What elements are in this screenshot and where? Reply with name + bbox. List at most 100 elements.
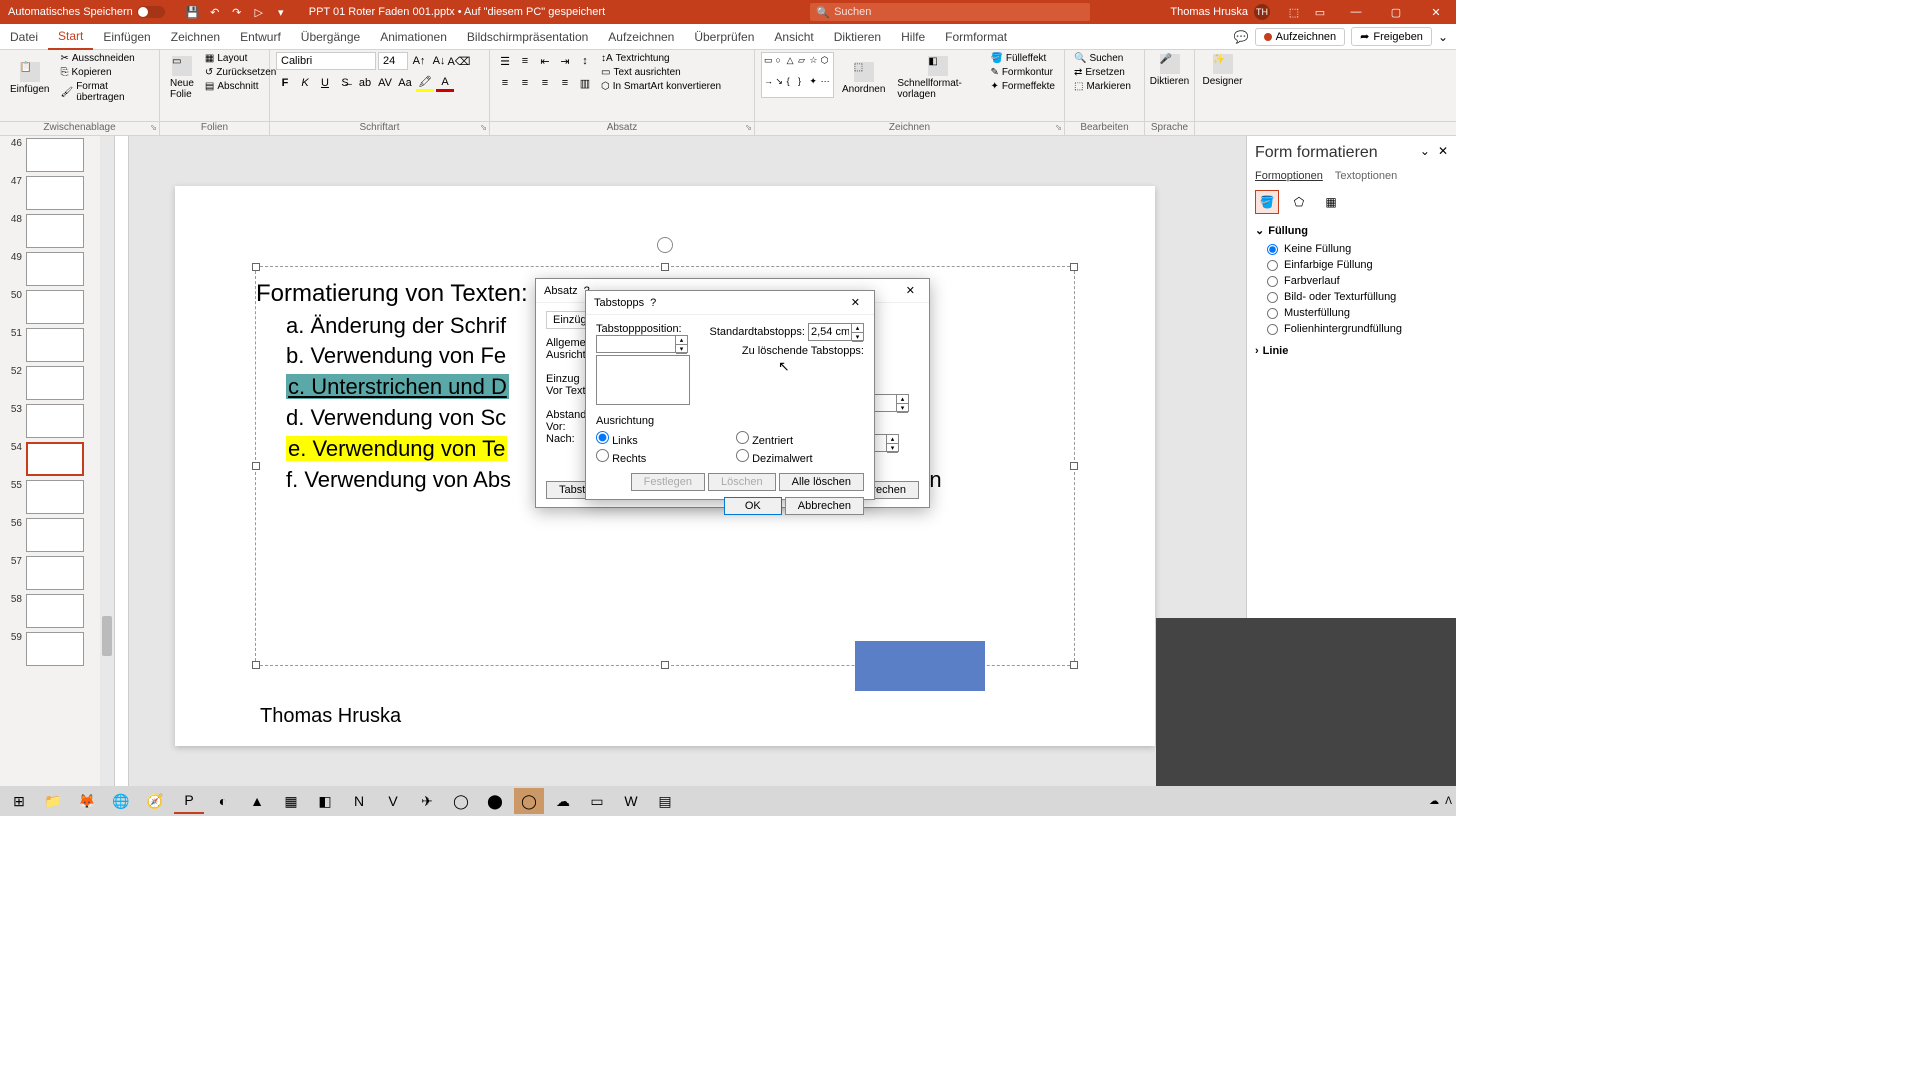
- numbering-icon[interactable]: ≡: [516, 52, 534, 70]
- columns-icon[interactable]: ▥: [576, 74, 594, 92]
- resize-handle-nw[interactable]: [252, 263, 260, 271]
- ribbon-collapse-icon[interactable]: ⌄: [1438, 30, 1448, 44]
- fill-gradient-radio[interactable]: Farbverlauf: [1267, 275, 1448, 287]
- spin-up-icon[interactable]: ▴: [676, 336, 687, 345]
- thumbnail-slide-48[interactable]: 48: [0, 212, 114, 250]
- decrease-font-icon[interactable]: A↓: [430, 52, 448, 70]
- undo-icon[interactable]: ↶: [207, 4, 223, 20]
- paste-button[interactable]: 📋Einfügen: [6, 52, 53, 104]
- app-icon-9[interactable]: ▤: [650, 788, 680, 814]
- size-tab-icon[interactable]: ▦: [1319, 190, 1343, 214]
- tabstops-dialog-help-icon[interactable]: ?: [644, 295, 662, 311]
- tab-zeichnen[interactable]: Zeichnen: [161, 24, 230, 50]
- align-decimal-radio[interactable]: Dezimalwert: [736, 449, 864, 465]
- app-icon-8[interactable]: ▭: [582, 788, 612, 814]
- comments-icon[interactable]: 💬: [1234, 30, 1249, 44]
- coming-soon-icon[interactable]: ⬚: [1286, 4, 1302, 20]
- tabstop-listbox[interactable]: [596, 355, 690, 405]
- thumbnail-slide-47[interactable]: 47: [0, 174, 114, 212]
- tab-ueberpruefen[interactable]: Überprüfen: [684, 24, 764, 50]
- vlc-icon[interactable]: ▲: [242, 788, 272, 814]
- tray-expand-icon[interactable]: ᐱ: [1445, 796, 1452, 807]
- file-explorer-icon[interactable]: 📁: [38, 788, 68, 814]
- strikethrough-button[interactable]: S̶: [336, 74, 354, 92]
- ok-button[interactable]: OK: [724, 497, 782, 515]
- format-painter-button[interactable]: 🖌Format übertragen: [57, 80, 153, 104]
- font-name-combo[interactable]: Calibri: [276, 52, 376, 70]
- italic-button[interactable]: K: [296, 74, 314, 92]
- rotate-handle[interactable]: [657, 237, 673, 253]
- fill-slidebg-radio[interactable]: Folienhintergrundfüllung: [1267, 323, 1448, 335]
- fill-picture-radio[interactable]: Bild- oder Texturfüllung: [1267, 291, 1448, 303]
- line-section-header[interactable]: ›Linie: [1255, 345, 1448, 357]
- tab-hilfe[interactable]: Hilfe: [891, 24, 935, 50]
- shape-effects-button[interactable]: ✦Formeffekte: [987, 80, 1058, 93]
- thumbnail-pane[interactable]: 4647484950515253545556575859: [0, 136, 115, 786]
- resize-handle-w[interactable]: [252, 462, 260, 470]
- app-icon-3[interactable]: ◧: [310, 788, 340, 814]
- tab-aufzeichnen[interactable]: Aufzeichnen: [598, 24, 684, 50]
- thumbnail-slide-58[interactable]: 58: [0, 592, 114, 630]
- shape-fill-button[interactable]: 🪣Fülleffekt: [987, 52, 1058, 65]
- underline-button[interactable]: U: [316, 74, 334, 92]
- spin-down-icon[interactable]: ▾: [852, 333, 863, 342]
- app-icon-4[interactable]: V: [378, 788, 408, 814]
- pane-tab-text[interactable]: Textoptionen: [1335, 170, 1397, 182]
- spin-up-icon[interactable]: ▴: [852, 324, 863, 333]
- resize-handle-s[interactable]: [661, 661, 669, 669]
- app-icon-6[interactable]: ◯: [514, 788, 544, 814]
- app-icon-2[interactable]: ▦: [276, 788, 306, 814]
- font-size-combo[interactable]: 24: [378, 52, 408, 70]
- word-icon[interactable]: W: [616, 788, 646, 814]
- qat-more-icon[interactable]: ▾: [273, 4, 289, 20]
- fill-none-radio[interactable]: Keine Füllung: [1267, 243, 1448, 255]
- quick-styles-button[interactable]: ◧Schnellformat-vorlagen: [893, 52, 983, 104]
- layout-button[interactable]: ▦Layout: [202, 52, 279, 65]
- text-direction-button[interactable]: ↕ATextrichtung: [598, 52, 724, 65]
- pane-close-icon[interactable]: ✕: [1438, 144, 1448, 158]
- paragraph-dialog-close-icon[interactable]: ✕: [900, 282, 921, 299]
- record-button[interactable]: Aufzeichnen: [1255, 28, 1346, 46]
- tab-einfuegen[interactable]: Einfügen: [93, 24, 160, 50]
- thumbnail-slide-54[interactable]: 54: [0, 440, 114, 478]
- scrollbar-handle[interactable]: [102, 616, 112, 656]
- clear-button[interactable]: Löschen: [708, 473, 776, 491]
- ribbon-options-icon[interactable]: ▭: [1312, 4, 1328, 20]
- save-icon[interactable]: 💾: [185, 4, 201, 20]
- powerpoint-icon[interactable]: P: [174, 788, 204, 814]
- bold-button[interactable]: F: [276, 74, 294, 92]
- thumbnail-slide-53[interactable]: 53: [0, 402, 114, 440]
- pane-tab-shape[interactable]: Formoptionen: [1255, 170, 1323, 182]
- thumbnail-slide-46[interactable]: 46: [0, 136, 114, 174]
- align-left-radio[interactable]: Links: [596, 431, 724, 447]
- firefox-icon[interactable]: 🦊: [72, 788, 102, 814]
- font-color-icon[interactable]: A: [436, 74, 454, 92]
- align-center-radio[interactable]: Zentriert: [736, 431, 864, 447]
- replace-button[interactable]: ⇄Ersetzen: [1071, 66, 1138, 79]
- clipboard-launcher-icon[interactable]: ⬂: [150, 123, 157, 132]
- reset-button[interactable]: ↺Zurücksetzen: [202, 66, 279, 79]
- minimize-icon[interactable]: —: [1336, 0, 1376, 24]
- tabstop-position-input[interactable]: [596, 335, 676, 353]
- app-icon-5[interactable]: ◯: [446, 788, 476, 814]
- tabstop-position-spinner[interactable]: ▴▾: [676, 335, 688, 353]
- search-box[interactable]: 🔍 Suchen: [810, 3, 1090, 21]
- copy-button[interactable]: ⎘Kopieren: [57, 66, 153, 79]
- start-button[interactable]: ⊞: [4, 788, 34, 814]
- fill-solid-radio[interactable]: Einfarbige Füllung: [1267, 259, 1448, 271]
- thumbnail-slide-59[interactable]: 59: [0, 630, 114, 668]
- edge-icon[interactable]: 🧭: [140, 788, 170, 814]
- thumbnail-slide-52[interactable]: 52: [0, 364, 114, 402]
- shadow-button[interactable]: ab: [356, 74, 374, 92]
- tab-praesentation[interactable]: Bildschirmpräsentation: [457, 24, 598, 50]
- character-spacing-icon[interactable]: AV: [376, 74, 394, 92]
- section-button[interactable]: ▤Abschnitt: [202, 80, 279, 93]
- resize-handle-ne[interactable]: [1070, 263, 1078, 271]
- thumbnail-slide-55[interactable]: 55: [0, 478, 114, 516]
- line-spacing-icon[interactable]: ↕: [576, 52, 594, 70]
- thumbnail-slide-49[interactable]: 49: [0, 250, 114, 288]
- new-slide-button[interactable]: ▭Neue Folie: [166, 52, 198, 104]
- slideshow-start-icon[interactable]: ▷: [251, 4, 267, 20]
- dictate-button[interactable]: 🎤Diktieren: [1151, 52, 1188, 89]
- toggle-switch[interactable]: [137, 6, 165, 18]
